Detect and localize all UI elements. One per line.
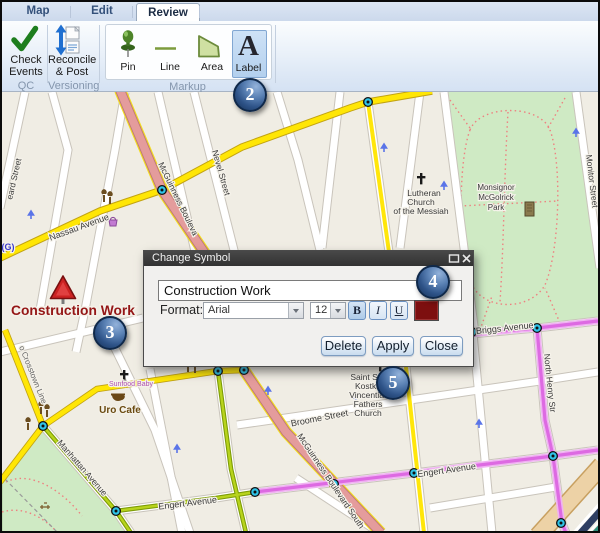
svg-text:Monsignor: Monsignor — [477, 183, 515, 192]
svg-text:of the Messiah: of the Messiah — [393, 206, 449, 216]
svg-text:Uro Cafe: Uro Cafe — [99, 405, 141, 416]
svg-text:(G): (G) — [2, 242, 15, 252]
svg-text:Construction Work: Construction Work — [11, 303, 135, 318]
svg-text:McGolrick: McGolrick — [478, 193, 515, 202]
svg-text:Church: Church — [354, 408, 382, 418]
svg-text:Sunfood Baby: Sunfood Baby — [109, 381, 153, 388]
svg-text:Park: Park — [488, 203, 505, 212]
